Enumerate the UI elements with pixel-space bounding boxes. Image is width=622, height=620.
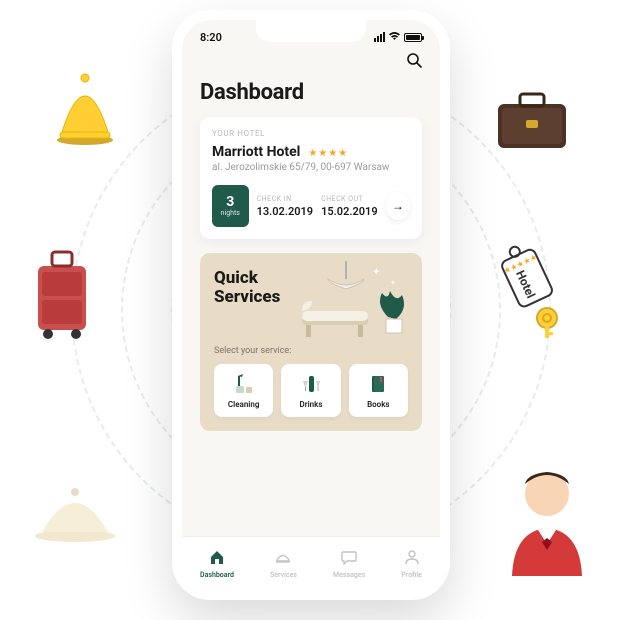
check-out-value: 15.02.2019	[321, 205, 378, 218]
drinks-icon	[300, 372, 322, 396]
tab-messages[interactable]: Messages	[333, 549, 365, 579]
check-in-value: 13.02.2019	[257, 205, 314, 218]
tab-label: Dashboard	[200, 571, 234, 579]
status-time: 8:20	[200, 31, 222, 44]
tab-label: Profile	[401, 571, 422, 579]
wifi-icon	[388, 31, 401, 44]
check-out-label: CHECK OUT	[321, 195, 378, 203]
hotel-stars: ★★★★	[308, 148, 348, 159]
details-arrow-button[interactable]: →	[386, 192, 410, 220]
tab-label: Services	[270, 571, 297, 579]
tab-profile[interactable]: Profile	[401, 549, 422, 579]
luggage-icon	[30, 250, 94, 344]
battery-icon	[404, 33, 422, 42]
signal-icon	[374, 32, 385, 42]
hotel-address: al. Jerozolimskie 65/79, 00-697 Warsaw	[212, 162, 410, 173]
tab-label: Messages	[333, 571, 365, 579]
nights-label: nights	[221, 209, 240, 217]
concierge-icon	[502, 466, 592, 580]
cleaning-icon	[233, 372, 255, 396]
hotel-name: Marriott Hotel	[212, 144, 300, 160]
hotel-eyebrow: YOUR HOTEL	[212, 129, 410, 138]
service-cleaning[interactable]: Cleaning	[214, 364, 273, 417]
services-icon	[275, 549, 291, 569]
check-out-block: CHECK OUT 15.02.2019	[321, 195, 378, 218]
quick-title-line1: Quick	[214, 268, 258, 288]
svg-text:✦: ✦	[390, 279, 396, 287]
service-label: Drinks	[300, 400, 323, 409]
quick-services-card: Quick Services	[200, 253, 422, 431]
tab-dashboard[interactable]: Dashboard	[200, 549, 234, 579]
service-label: Books	[367, 400, 389, 409]
service-books[interactable]: Books	[349, 364, 408, 417]
search-icon[interactable]	[406, 52, 422, 72]
page-title: Dashboard	[200, 80, 422, 105]
room-illustration: ✦ ✦	[294, 261, 414, 351]
home-icon	[209, 549, 225, 569]
key-tag-icon: Hotel★★★★★	[497, 240, 577, 344]
status-icons	[374, 31, 422, 44]
cloche-icon	[30, 486, 120, 550]
notch	[256, 20, 366, 42]
quick-title-line2: Services	[214, 287, 280, 307]
phone-frame: 8:20 Dashboard YOUR HOTEL Marriott Hotel	[172, 10, 450, 600]
messages-icon	[341, 549, 357, 569]
books-icon	[367, 372, 389, 396]
tab-services[interactable]: Services	[270, 549, 297, 579]
tab-bar: Dashboard Services Messages Profile	[182, 536, 440, 590]
bell-icon	[50, 70, 120, 154]
briefcase-icon	[492, 90, 572, 158]
svg-text:✦: ✦	[372, 267, 380, 278]
service-label: Cleaning	[228, 400, 259, 409]
hotel-card: YOUR HOTEL Marriott Hotel ★★★★ al. Jeroz…	[200, 117, 422, 239]
profile-icon	[404, 549, 420, 569]
phone-screen: 8:20 Dashboard YOUR HOTEL Marriott Hotel	[182, 20, 440, 590]
service-drinks[interactable]: Drinks	[281, 364, 340, 417]
nights-value: 3	[226, 195, 234, 209]
check-in-label: CHECK IN	[257, 195, 314, 203]
check-in-block: CHECK IN 13.02.2019	[257, 195, 314, 218]
nights-badge: 3 nights	[212, 185, 249, 227]
